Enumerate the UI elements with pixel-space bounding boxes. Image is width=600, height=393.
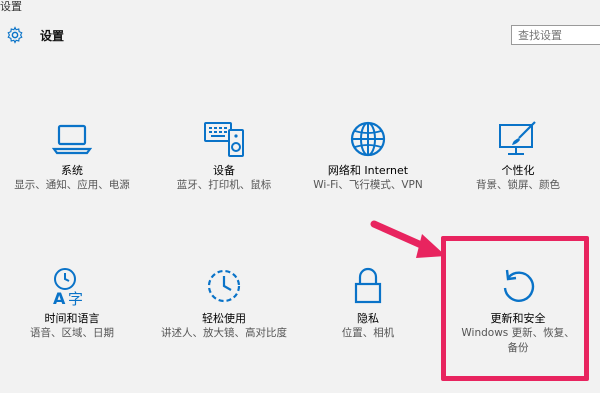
tile-personalization[interactable]: 个性化 背景、锁屏、颜色 [448,120,588,193]
highlight-box [441,236,589,381]
tile-time-language[interactable]: A 字 时间和语言 语音、区域、日期 [2,266,142,341]
tile-desc: 位置、相机 [341,327,395,339]
lock-icon [354,267,382,304]
tile-desc: 讲述人、放大镜、高对比度 [161,327,287,339]
tile-devices[interactable]: 设备 蓝牙、打印机、鼠标 [154,120,294,193]
tile-label: 网络和 Internet [327,164,409,177]
tile-network[interactable]: 网络和 Internet Wi-Fi、飞行模式、VPN [298,120,438,193]
tile-label: 设备 [213,164,235,177]
tile-system[interactable]: 系统 显示、通知、应用、电源 [2,122,142,193]
window-title: 设置 [0,0,22,13]
gear-icon [7,26,23,44]
tile-desc: 蓝牙、打印机、鼠标 [176,179,272,191]
tile-desc: 显示、通知、应用、电源 [14,179,130,191]
search-input[interactable] [511,25,600,45]
globe-icon [350,121,386,157]
ease-of-access-icon [207,269,241,303]
tile-label: 个性化 [501,164,535,177]
settings-title: 设置 [40,29,65,43]
svg-text:A: A [53,289,66,306]
tile-desc: 语音、区域、日期 [30,327,114,339]
personalize-icon [499,121,536,155]
tile-label: 轻松使用 [202,312,246,325]
tile-label: 隐私 [357,312,379,325]
tile-label: 系统 [61,164,83,177]
svg-text:字: 字 [68,290,83,306]
tile-label: 时间和语言 [44,312,100,325]
tile-desc: Wi-Fi、飞行模式、VPN [313,179,423,191]
tile-desc: 背景、锁屏、颜色 [476,179,560,191]
laptop-icon [52,124,92,155]
devices-icon [204,122,244,157]
tile-privacy[interactable]: 隐私 位置、相机 [298,266,438,341]
time-language-icon: A 字 [53,268,83,306]
tile-ease-of-access[interactable]: 轻松使用 讲述人、放大镜、高对比度 [154,266,294,341]
annotation-arrow-icon [370,220,446,258]
